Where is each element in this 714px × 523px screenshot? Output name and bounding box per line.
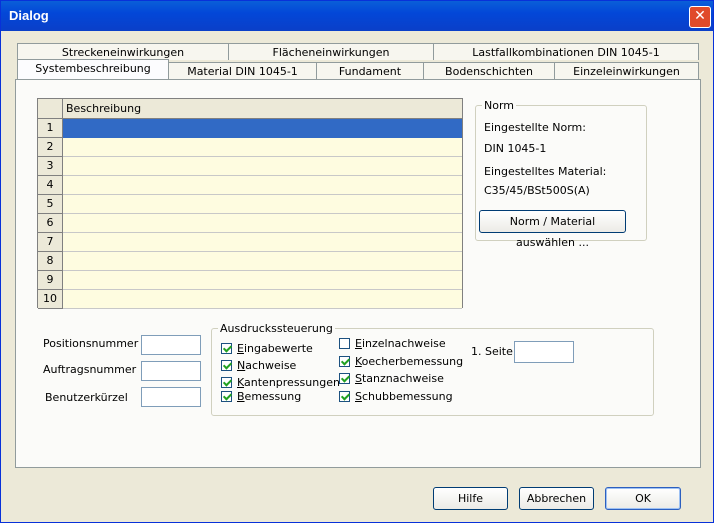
description-cell[interactable] — [63, 157, 462, 176]
row-number[interactable]: 6 — [38, 214, 63, 233]
material-value: C35/45/BSt500S(A) — [484, 184, 590, 197]
checkbox-label-koecherbemessung[interactable]: Koecherbemessung — [355, 355, 463, 368]
row-number[interactable]: 9 — [38, 271, 63, 290]
access-key: S — [355, 372, 362, 385]
row-number[interactable]: 2 — [38, 138, 63, 157]
row-number[interactable]: 10 — [38, 290, 63, 309]
description-cell[interactable] — [63, 195, 462, 214]
label-rest: emessung — [244, 390, 302, 403]
access-key: N — [237, 359, 246, 372]
dialog-window: Dialog ✕ Streckeneinwirkungen Flächenein… — [0, 0, 714, 523]
grid-header: Beschreibung — [38, 99, 462, 119]
help-button[interactable]: Hilfe — [433, 487, 508, 510]
access-key: B — [237, 390, 245, 403]
description-cell[interactable] — [63, 290, 462, 309]
row-number[interactable]: 8 — [38, 252, 63, 271]
table-row[interactable]: 10 — [38, 290, 462, 309]
description-cell[interactable] — [63, 138, 462, 157]
checkbox-label-schubbemessung[interactable]: Schubbemessung — [355, 390, 453, 403]
norm-label: Eingestellte Norm: — [484, 121, 586, 134]
auftragsnummer-input[interactable] — [141, 361, 201, 381]
tab-einzeleinwirkungen[interactable]: Einzeleinwirkungen — [554, 62, 699, 79]
tab-flaecheneinwirkungen[interactable]: Flächeneinwirkungen — [228, 43, 434, 60]
tab-bodenschichten[interactable]: Bodenschichten — [423, 62, 555, 79]
description-cell[interactable] — [63, 214, 462, 233]
select-norm-button[interactable]: Norm / Material auswählen ... — [479, 210, 626, 249]
tab-lastfallkombinationen[interactable]: Lastfallkombinationen DIN 1045-1 — [433, 43, 699, 60]
access-key: E — [237, 342, 244, 355]
description-grid[interactable]: Beschreibung 1 2 3 4 5 6 7 8 9 10 — [37, 98, 463, 309]
checkbox-stanznachweise[interactable] — [339, 373, 350, 384]
row-number[interactable]: 5 — [38, 195, 63, 214]
window-title: Dialog — [9, 8, 49, 23]
checkbox-eingabewerte[interactable] — [221, 343, 232, 354]
row-number[interactable]: 4 — [38, 176, 63, 195]
label-rest: oecherbemessung — [361, 355, 464, 368]
label-rest: chubbemessung — [361, 390, 453, 403]
table-row[interactable]: 1 — [38, 119, 462, 138]
description-cell[interactable] — [63, 271, 462, 290]
checkbox-einzelnachweise[interactable] — [339, 338, 350, 349]
access-key: K — [237, 376, 245, 389]
table-row[interactable]: 7 — [38, 233, 462, 252]
benutzerkuerzel-label: Benutzerkürzel — [45, 391, 128, 404]
close-icon[interactable]: ✕ — [689, 6, 711, 28]
access-key: S — [355, 390, 362, 403]
checkbox-koecherbemessung[interactable] — [339, 356, 350, 367]
table-row[interactable]: 4 — [38, 176, 462, 195]
label-rest: inzelnachweise — [361, 337, 446, 350]
checkbox-bemessung[interactable] — [221, 391, 232, 402]
table-row[interactable]: 9 — [38, 271, 462, 290]
checkbox-label-eingabewerte[interactable]: Eingabewerte — [237, 342, 313, 355]
description-cell[interactable] — [63, 176, 462, 195]
access-key: K — [355, 355, 362, 368]
positionsnummer-label: Positionsnummer — [43, 337, 139, 350]
tab-systembeschreibung[interactable]: Systembeschreibung — [17, 59, 169, 79]
description-cell[interactable] — [63, 252, 462, 271]
tab-material[interactable]: Material DIN 1045-1 — [168, 62, 317, 79]
norm-value: DIN 1045-1 — [484, 142, 547, 155]
table-row[interactable]: 6 — [38, 214, 462, 233]
checkbox-nachweise[interactable] — [221, 360, 232, 371]
checkbox-label-nachweise[interactable]: Nachweise — [237, 359, 296, 372]
title-bar[interactable]: Dialog ✕ — [1, 1, 713, 31]
table-row[interactable]: 5 — [38, 195, 462, 214]
first-page-label: 1. Seite — [471, 345, 513, 358]
first-page-input[interactable] — [514, 341, 574, 363]
grid-corner — [38, 99, 63, 118]
table-row[interactable]: 2 — [38, 138, 462, 157]
positionsnummer-input[interactable] — [141, 335, 201, 355]
row-number[interactable]: 7 — [38, 233, 63, 252]
row-number[interactable]: 1 — [38, 119, 63, 138]
column-header-beschreibung[interactable]: Beschreibung — [66, 102, 141, 115]
checkbox-label-kantenpressungen[interactable]: Kantenpressungen — [237, 376, 340, 389]
print-control-legend: Ausdruckssteuerung — [218, 322, 335, 335]
table-row[interactable]: 8 — [38, 252, 462, 271]
tab-fundament[interactable]: Fundament — [316, 62, 424, 79]
auftragsnummer-label: Auftragsnummer — [43, 363, 137, 376]
access-key: E — [355, 337, 362, 350]
checkbox-schubbemessung[interactable] — [339, 391, 350, 402]
description-cell[interactable] — [63, 119, 462, 138]
label-rest: antenpressungen — [244, 376, 340, 389]
checkbox-label-stanznachweise[interactable]: Stanznachweise — [355, 372, 444, 385]
material-label: Eingestelltes Material: — [484, 165, 607, 178]
row-number[interactable]: 3 — [38, 157, 63, 176]
benutzerkuerzel-input[interactable] — [141, 387, 201, 407]
label-rest: achweise — [245, 359, 297, 372]
ok-button[interactable]: OK — [605, 487, 681, 510]
description-cell[interactable] — [63, 233, 462, 252]
label-rest: ingabewerte — [243, 342, 313, 355]
cancel-button[interactable]: Abbrechen — [519, 487, 594, 510]
tab-streckeneinwirkungen[interactable]: Streckeneinwirkungen — [17, 43, 229, 60]
norm-legend: Norm — [482, 99, 517, 112]
table-row[interactable]: 3 — [38, 157, 462, 176]
label-rest: tanznachweise — [361, 372, 444, 385]
checkbox-label-bemessung[interactable]: Bemessung — [237, 390, 301, 403]
checkbox-kantenpressungen[interactable] — [221, 377, 232, 388]
checkbox-label-einzelnachweise[interactable]: Einzelnachweise — [355, 337, 446, 350]
